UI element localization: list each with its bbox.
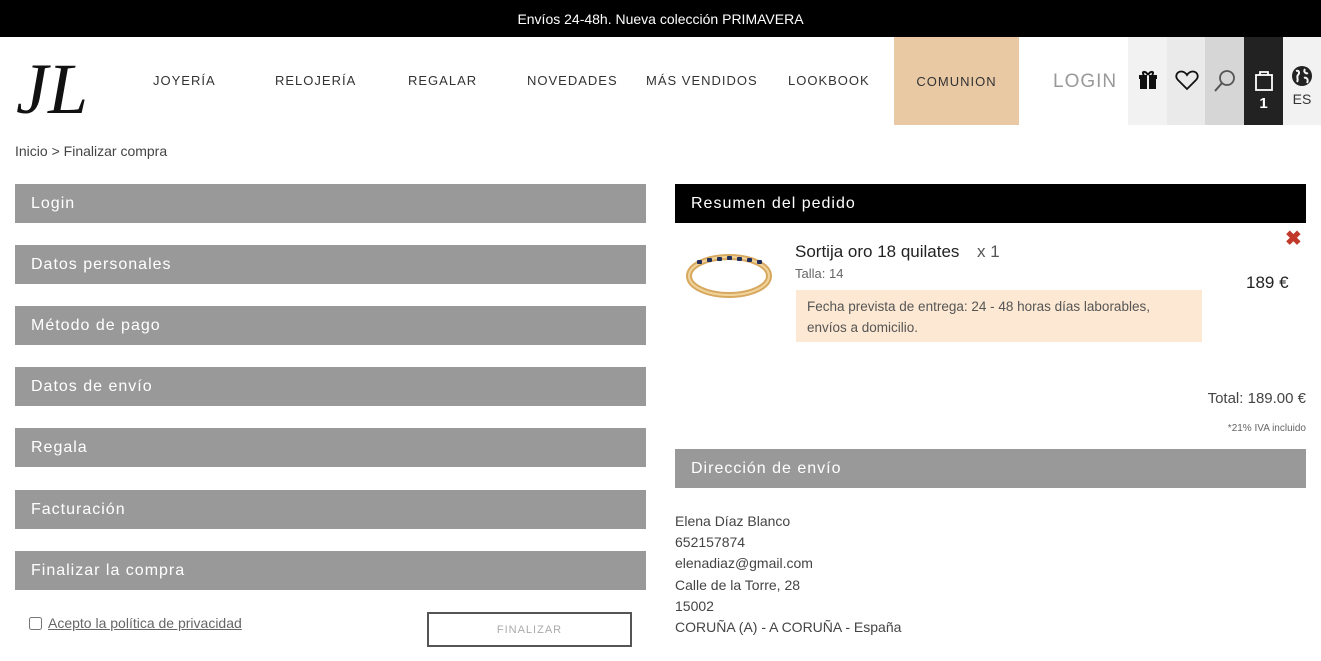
nav-lookbook[interactable]: LOOKBOOK [788,73,870,88]
nav-relojeria[interactable]: RELOJERÍA [275,73,356,88]
gift-button[interactable] [1128,37,1167,125]
language-label: ES [1292,91,1312,107]
privacy-policy-link[interactable]: Acepto la política de privacidad [48,615,242,631]
step-datos-envio[interactable]: Datos de envío [15,367,646,406]
address-street: Calle de la Torre, 28 [675,576,801,593]
vat-note: *21% IVA incluido [1227,423,1306,434]
nav-comunion[interactable]: COMUNION [894,37,1019,125]
heart-icon [1174,70,1199,91]
address-name: Elena Díaz Blanco [675,513,791,529]
step-facturacion[interactable]: Facturación [15,490,646,529]
language-button[interactable]: ES [1283,37,1321,125]
privacy-consent: Acepto la política de privacidad [29,615,242,631]
step-label: Facturación [31,500,126,518]
step-label: Datos de envío [31,377,153,395]
promo-bar: Envíos 24-48h. Nueva colección PRIMAVERA [0,0,1321,37]
address-email: elenadiaz@gmail.com [675,555,813,572]
login-link[interactable]: LOGIN [1053,71,1117,93]
step-label: Regala [31,438,88,456]
search-button[interactable] [1205,37,1244,125]
shipping-address: Elena Díaz Blanco 652157874 elenadiaz@gm… [675,511,901,638]
nav-regalar[interactable]: REGALAR [408,73,477,88]
step-label: Finalizar la compra [31,561,186,579]
step-datos-personales[interactable]: Datos personales [15,245,646,284]
address-postcode: 15002 [675,597,714,614]
bag-icon [1254,71,1273,91]
shipping-address-header[interactable]: Dirección de envío [675,449,1306,488]
brand-logo[interactable]: JL [14,51,104,121]
step-regala[interactable]: Regala [15,428,646,467]
breadcrumb-current: Finalizar compra [63,143,168,159]
privacy-checkbox[interactable] [29,616,42,630]
order-summary-header: Resumen del pedido [675,184,1306,223]
nav-mas-vendidos[interactable]: MÁS VENDIDOS [646,73,758,88]
product-image[interactable] [683,240,775,305]
nav-joyeria[interactable]: JOYERÍA [153,73,216,88]
order-total: Total: 189.00 € [1207,390,1306,407]
address-phone: 652157874 [675,534,746,551]
globe-icon [1292,66,1312,86]
shipping-address-title: Dirección de envío [691,459,842,477]
step-label: Método de pago [31,316,161,334]
breadcrumb-home[interactable]: Inicio [15,143,48,159]
product-name[interactable]: Sortija oro 18 quilates [795,242,959,262]
nav-comunion-label: COMUNION [916,73,997,89]
finalize-button[interactable]: FINALIZAR [427,612,632,647]
promo-text: Envíos 24-48h. Nueva colección PRIMAVERA [517,10,804,27]
wishlist-button[interactable] [1167,37,1206,125]
order-summary-title: Resumen del pedido [691,194,856,212]
gift-icon [1138,71,1157,89]
step-label: Datos personales [31,255,172,273]
breadcrumb-separator: > [51,143,60,159]
product-price: 189 € [1246,273,1289,292]
product-quantity: x 1 [977,242,1000,261]
delivery-estimate: Fecha prevista de entrega: 24 - 48 horas… [796,290,1202,342]
step-metodo-pago[interactable]: Método de pago [15,306,646,345]
cart-button[interactable]: 1 [1244,37,1283,125]
nav-novedades[interactable]: NOVEDADES [527,73,618,88]
search-icon [1213,70,1235,92]
logo-text: JL [16,51,88,121]
step-label: Login [31,194,76,212]
product-size: Talla: 14 [795,266,844,281]
remove-item-icon[interactable]: ✖ [1285,226,1302,251]
cart-count: 1 [1259,95,1268,112]
site-header: JL JOYERÍA RELOJERÍA REGALAR NOVEDADES M… [0,37,1321,125]
step-finalizar[interactable]: Finalizar la compra [15,551,646,590]
address-city: CORUÑA (A) - A CORUÑA - España [675,619,902,636]
breadcrumb: Inicio > Finalizar compra [15,143,167,159]
step-login[interactable]: Login [15,184,646,223]
